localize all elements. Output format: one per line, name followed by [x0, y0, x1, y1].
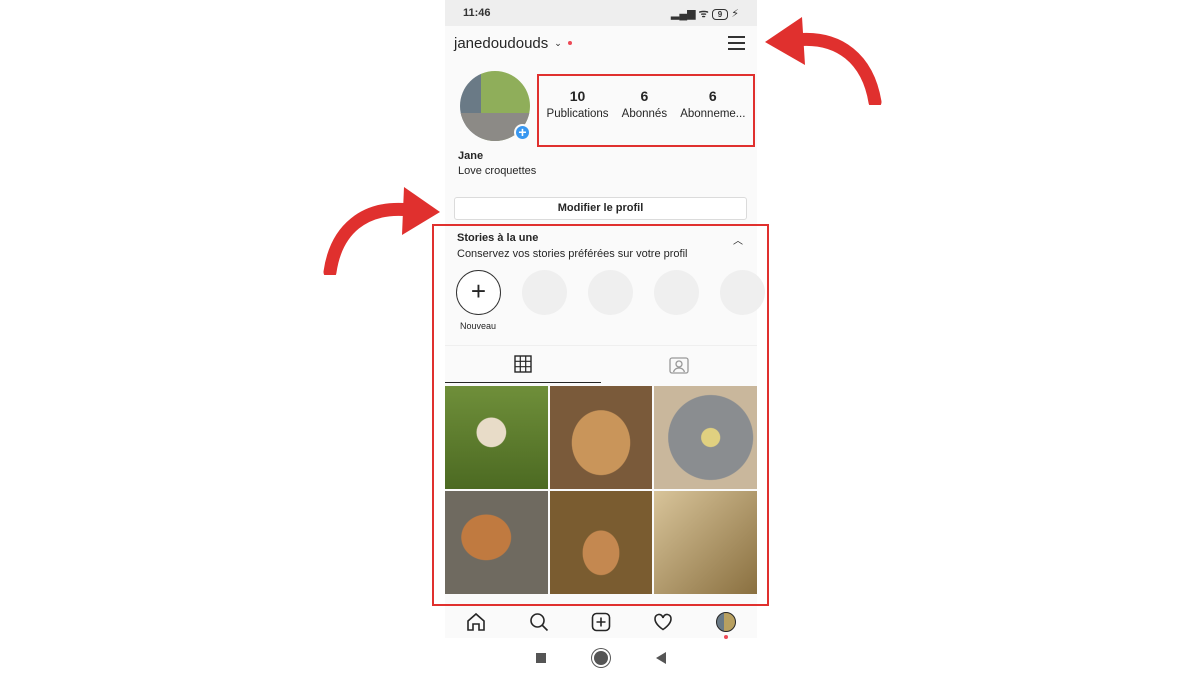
chevron-down-icon: ⌄ [554, 37, 562, 48]
annotation-box-highlights [432, 224, 769, 606]
bio-text: Love croquettes [458, 165, 537, 177]
annotation-arrow-icon [765, 17, 882, 105]
bottom-navigation [445, 604, 757, 639]
notification-dot [567, 41, 572, 45]
heart-icon[interactable] [653, 612, 673, 632]
annotation-arrow-icon [323, 187, 440, 275]
username: janedoudouds [454, 34, 549, 52]
display-name: Jane [458, 150, 484, 162]
annotation-box-stats [537, 74, 755, 147]
profile-tab-avatar[interactable] [715, 611, 736, 639]
account-switcher[interactable]: janedoudouds ⌄ [454, 35, 572, 52]
edit-profile-button[interactable]: Modifier le profil [454, 197, 747, 220]
profile-header: janedoudouds ⌄ [445, 26, 757, 60]
status-icons: ▂▄▆ ᯤ 9 ⚡ [670, 7, 739, 20]
status-time: 11:46 [463, 7, 491, 19]
home-icon[interactable] [466, 612, 486, 632]
system-navigation-bar [445, 640, 757, 675]
bio: Jane Love croquettes [458, 149, 536, 179]
home-button[interactable] [594, 650, 608, 665]
add-story-icon[interactable]: + [514, 124, 531, 141]
add-post-icon[interactable] [591, 612, 611, 632]
back-button[interactable] [656, 651, 666, 664]
status-bar: 11:46 ▂▄▆ ᯤ 9 ⚡ [445, 0, 757, 26]
recent-apps-button[interactable] [536, 652, 546, 663]
menu-icon[interactable] [728, 32, 745, 54]
search-icon[interactable] [529, 612, 549, 632]
battery-icon: 9 [711, 8, 729, 20]
